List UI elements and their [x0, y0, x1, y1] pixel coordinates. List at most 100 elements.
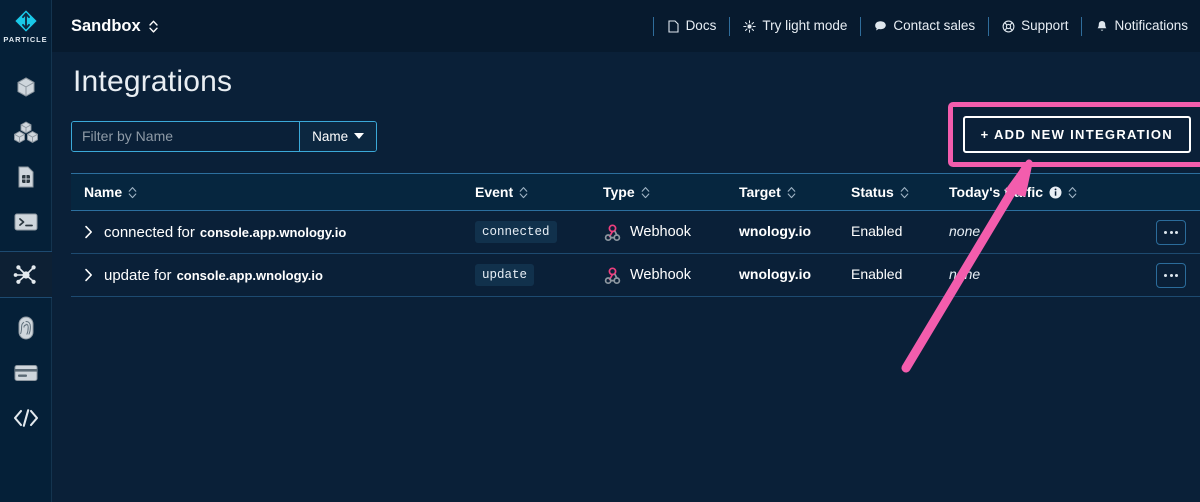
dot — [1164, 273, 1167, 277]
workspace-label: Sandbox — [71, 16, 141, 35]
chevron-right-icon[interactable] — [84, 268, 93, 282]
topnav-label-try-light-mode: Try light mode — [762, 18, 848, 33]
dot — [1175, 273, 1178, 277]
cell-name[interactable]: connected for console.app.wnology.io — [71, 224, 475, 241]
target-label: wnology.io — [739, 266, 812, 282]
status-badge: Enabled — [851, 266, 903, 282]
cell-event: connected — [475, 221, 603, 243]
topnav-item-support[interactable]: Support — [989, 16, 1081, 36]
topnav-label-support: Support — [1021, 18, 1069, 33]
filter-field-label: Name — [312, 128, 349, 144]
column-header-event[interactable]: Event — [475, 184, 603, 200]
chevron-right-icon[interactable] — [84, 225, 93, 239]
add-new-integration-highlight: + ADD NEW INTEGRATION — [947, 102, 1200, 167]
integration-name: connected for console.app.wnology.io — [104, 224, 346, 241]
filter-field-select[interactable]: Name — [299, 121, 376, 151]
cell-name[interactable]: update for console.app.wnology.io — [71, 267, 475, 284]
event-badge: update — [475, 264, 535, 286]
filter-control: Name — [71, 120, 377, 152]
sort-icon — [900, 186, 909, 198]
column-header-target[interactable]: Target — [739, 184, 851, 200]
cell-target: wnology.io — [739, 223, 851, 241]
row-menu-button[interactable] — [1156, 219, 1186, 245]
table-row[interactable]: update for console.app.wnology.io update — [71, 254, 1200, 297]
sidebar-item-developer-tools[interactable] — [0, 395, 52, 440]
sidebar-item-sim-cards[interactable] — [0, 154, 52, 199]
topbar-nav: Docs Try light mode Contact sales Suppor… — [652, 16, 1200, 36]
cell-type: Webhook — [603, 266, 739, 285]
integration-name-prefix: connected for — [104, 223, 195, 241]
webhook-icon — [604, 266, 621, 284]
main-area: Sandbox Docs Try light mode Contact sale… — [52, 0, 1200, 502]
bell-icon — [1095, 20, 1108, 33]
integration-name-host: console.app.wnology.io — [199, 224, 347, 240]
integrations-icon — [13, 264, 36, 284]
console-icon — [14, 213, 37, 230]
column-header-name[interactable]: Name — [71, 184, 475, 200]
column-label-event: Event — [475, 184, 514, 200]
sidebar-item-console[interactable] — [0, 199, 52, 244]
lifebuoy-icon — [1002, 20, 1015, 33]
traffic-value: none — [949, 266, 981, 282]
info-icon[interactable] — [1049, 186, 1062, 199]
table-row[interactable]: connected for console.app.wnology.io con… — [71, 211, 1200, 254]
column-label-todays-traffic: Today's traffic — [949, 184, 1044, 200]
column-label-name: Name — [84, 184, 123, 200]
event-badge: connected — [475, 221, 557, 243]
integration-name-prefix: update for — [104, 266, 172, 284]
column-header-status[interactable]: Status — [851, 184, 949, 200]
sidebar-item-products[interactable] — [0, 109, 52, 154]
fingerprint-icon — [18, 316, 33, 339]
topnav-item-notifications[interactable]: Notifications — [1082, 16, 1200, 36]
table-header-row: Name Event Type Target Status Today's tr… — [71, 173, 1200, 211]
sidebar-nav-bottom — [0, 305, 52, 440]
workspace-selector[interactable]: Sandbox — [71, 17, 159, 36]
topbar: Sandbox Docs Try light mode Contact sale… — [52, 0, 1200, 52]
topnav-item-try-light-mode[interactable]: Try light mode — [730, 16, 860, 36]
app-root: PARTICLE Sandbox Docs Try light mode Con… — [0, 0, 1200, 502]
status-badge: Enabled — [851, 223, 903, 239]
sidebar-item-billing[interactable] — [0, 350, 52, 395]
row-menu-button[interactable] — [1156, 262, 1186, 288]
search-input[interactable] — [72, 121, 300, 151]
webhook-icon — [604, 223, 621, 241]
cell-type: Webhook — [603, 223, 739, 242]
toolbar: Name + ADD NEW INTEGRATION — [71, 102, 1200, 167]
particle-logo-icon — [13, 8, 38, 34]
add-new-integration-button[interactable]: + ADD NEW INTEGRATION — [962, 116, 1191, 153]
target-label: wnology.io — [739, 223, 812, 239]
cell-traffic: none — [949, 266, 1101, 284]
cell-status: Enabled — [851, 266, 949, 284]
topnav-label-notifications: Notifications — [1114, 18, 1188, 33]
column-label-status: Status — [851, 184, 894, 200]
sort-icon — [128, 186, 137, 198]
sidebar-item-authentication[interactable] — [0, 305, 52, 350]
topnav-item-contact-sales[interactable]: Contact sales — [861, 16, 988, 36]
sidebar: PARTICLE — [0, 0, 52, 502]
dot — [1169, 230, 1173, 234]
credit-card-icon — [14, 364, 37, 381]
page-title: Integrations — [73, 65, 233, 98]
sun-icon — [743, 19, 757, 33]
sidebar-item-devices[interactable] — [0, 64, 52, 109]
topnav-item-docs[interactable]: Docs — [654, 16, 730, 36]
cubes-icon — [13, 120, 38, 143]
particle-logo[interactable]: PARTICLE — [0, 0, 52, 50]
traffic-value: none — [949, 223, 981, 239]
cell-actions — [1101, 219, 1200, 245]
chevron-down-icon — [354, 133, 365, 139]
document-icon — [667, 19, 680, 33]
dot — [1175, 230, 1178, 234]
particle-wordmark: PARTICLE — [3, 35, 48, 44]
type-label: Webhook — [630, 267, 691, 283]
cube-icon — [17, 76, 34, 97]
dot — [1164, 230, 1167, 234]
sort-icon — [641, 186, 649, 198]
column-header-todays-traffic[interactable]: Today's traffic — [949, 184, 1101, 200]
page-content: Integrations Name + ADD NEW INTEGRATION — [52, 65, 1200, 297]
column-label-type: Type — [603, 184, 635, 200]
sidebar-item-integrations[interactable] — [0, 252, 52, 297]
sort-icon — [787, 186, 796, 198]
sort-icon — [1068, 186, 1077, 198]
column-header-type[interactable]: Type — [603, 184, 739, 200]
